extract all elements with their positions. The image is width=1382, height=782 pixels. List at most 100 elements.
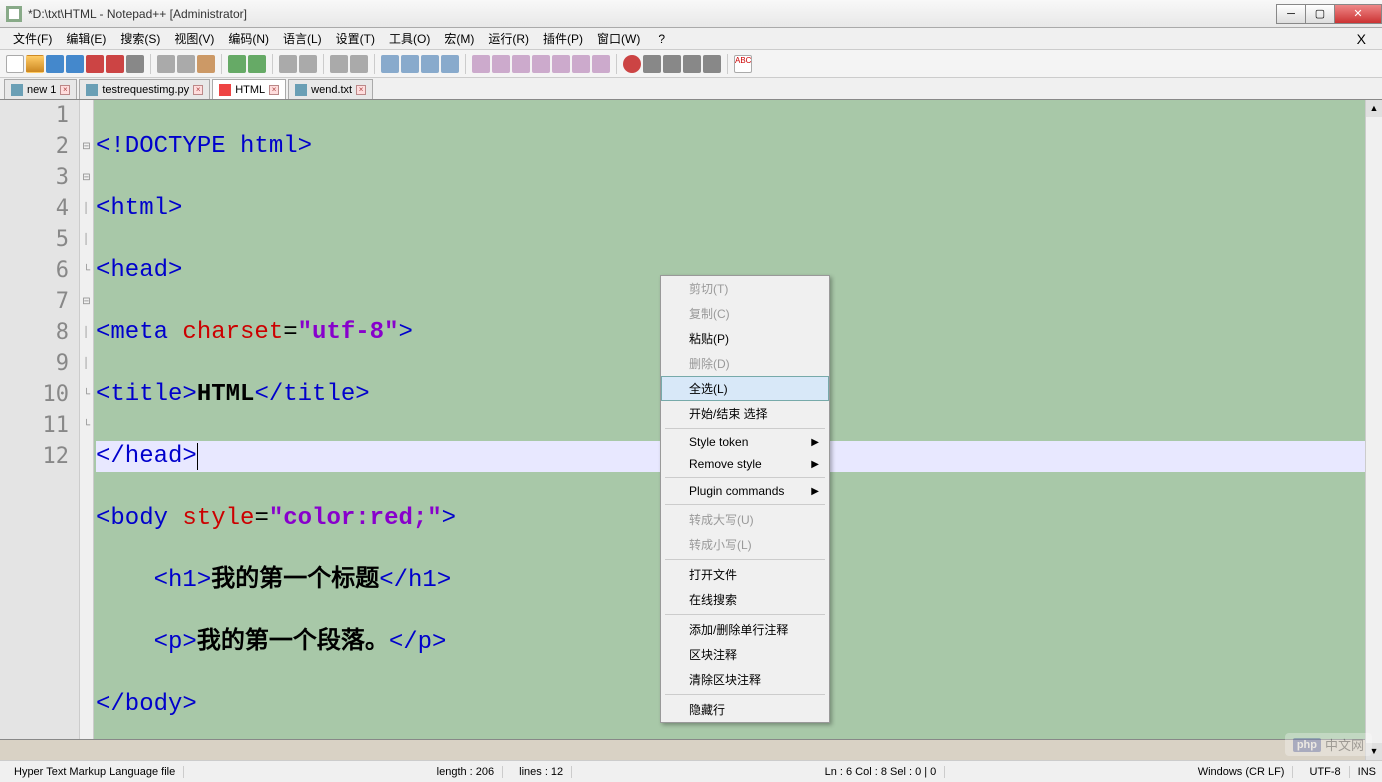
line-number: 4 [0, 193, 69, 224]
close-all-icon[interactable] [106, 55, 124, 73]
all-chars-icon[interactable] [441, 55, 459, 73]
doc-list-icon[interactable] [532, 55, 550, 73]
ctx-plugin-commands[interactable]: Plugin commands▶ [661, 480, 829, 502]
ctx-select-all[interactable]: 全选(L) [661, 376, 829, 401]
ctx-style-token[interactable]: Style token▶ [661, 431, 829, 453]
status-mode: INS [1358, 766, 1376, 778]
fold-gutter: ⊟ ⊟ │ │ └ ⊟ │ │ └ └ [80, 100, 94, 739]
fold-open-icon[interactable]: ⊟ [80, 131, 93, 162]
fold-open-icon[interactable]: ⊟ [80, 162, 93, 193]
ctx-paste[interactable]: 粘贴(P) [661, 326, 829, 351]
vertical-scrollbar[interactable]: ▲ ▼ [1365, 100, 1382, 760]
tab-close-icon[interactable]: × [60, 85, 70, 95]
func-list-icon[interactable] [552, 55, 570, 73]
ctx-separator [665, 694, 825, 695]
play-macro-icon[interactable] [663, 55, 681, 73]
save-all-icon[interactable] [66, 55, 84, 73]
menu-encoding[interactable]: 编码(N) [221, 28, 276, 49]
menu-search[interactable]: 搜索(S) [113, 28, 167, 49]
toolbar-separator [221, 54, 222, 74]
undo-icon[interactable] [228, 55, 246, 73]
ctx-separator [665, 477, 825, 478]
file-modified-icon [219, 84, 231, 96]
paste-icon[interactable] [197, 55, 215, 73]
submenu-arrow-icon: ▶ [811, 459, 819, 470]
user-lang-icon[interactable] [492, 55, 510, 73]
monitoring-icon[interactable] [592, 55, 610, 73]
tab-label: wend.txt [311, 84, 352, 96]
menu-edit[interactable]: 编辑(E) [59, 28, 113, 49]
tab-testrequestimg[interactable]: testrequestimg.py× [79, 79, 210, 99]
save-macro-icon[interactable] [703, 55, 721, 73]
ctx-remove-style[interactable]: Remove style▶ [661, 453, 829, 475]
menu-run[interactable]: 运行(R) [481, 28, 536, 49]
replace-icon[interactable] [299, 55, 317, 73]
find-icon[interactable] [279, 55, 297, 73]
menu-settings[interactable]: 设置(T) [329, 28, 382, 49]
minimize-button[interactable]: ─ [1276, 4, 1306, 24]
close-button[interactable]: ✕ [1334, 4, 1382, 24]
play-multi-icon[interactable] [683, 55, 701, 73]
menu-help[interactable]: ? [651, 30, 672, 48]
line-number: 12 [0, 441, 69, 472]
tab-wend[interactable]: wend.txt × [288, 79, 373, 99]
menu-file[interactable]: 文件(F) [6, 28, 59, 49]
status-file-type: Hyper Text Markup Language file [6, 766, 184, 778]
open-file-icon[interactable] [26, 55, 44, 73]
spellcheck-icon[interactable]: ABC [734, 55, 752, 73]
tab-close-icon[interactable]: × [269, 85, 279, 95]
tab-close-icon[interactable]: × [193, 85, 203, 95]
zoom-out-icon[interactable] [350, 55, 368, 73]
fold-end: └ [80, 379, 93, 410]
tab-close-icon[interactable]: × [356, 85, 366, 95]
redo-icon[interactable] [248, 55, 266, 73]
sync-h-icon[interactable] [401, 55, 419, 73]
file-icon [86, 84, 98, 96]
copy-icon[interactable] [177, 55, 195, 73]
file-icon [295, 84, 307, 96]
scroll-up-icon[interactable]: ▲ [1366, 100, 1382, 117]
doc-map-icon[interactable] [512, 55, 530, 73]
menu-plugins[interactable]: 插件(P) [536, 28, 590, 49]
indent-guide-icon[interactable] [472, 55, 490, 73]
maximize-button[interactable]: ▢ [1305, 4, 1335, 24]
fold-open-icon[interactable]: ⊟ [80, 286, 93, 317]
cut-icon[interactable] [157, 55, 175, 73]
line-number: 11 [0, 410, 69, 441]
ctx-search-online[interactable]: 在线搜索 [661, 587, 829, 612]
toolbar-separator [616, 54, 617, 74]
tab-new1[interactable]: new 1 × [4, 79, 77, 99]
document-close-button[interactable]: X [1347, 31, 1376, 47]
toolbar-separator [727, 54, 728, 74]
ctx-begin-end-select[interactable]: 开始/结束 选择 [661, 401, 829, 426]
menu-window[interactable]: 窗口(W) [590, 28, 647, 49]
save-icon[interactable] [46, 55, 64, 73]
record-macro-icon[interactable] [623, 55, 641, 73]
line-number: 2 [0, 131, 69, 162]
status-length: length : 206 [429, 766, 504, 778]
php-logo-icon: php [1293, 738, 1321, 752]
ctx-clear-block-comment[interactable]: 清除区块注释 [661, 667, 829, 692]
status-encoding: UTF-8 [1301, 766, 1349, 778]
menu-tools[interactable]: 工具(O) [382, 28, 437, 49]
sync-v-icon[interactable] [381, 55, 399, 73]
menu-view[interactable]: 视图(V) [167, 28, 221, 49]
folder-workspace-icon[interactable] [572, 55, 590, 73]
new-file-icon[interactable] [6, 55, 24, 73]
ctx-toggle-line-comment[interactable]: 添加/删除单行注释 [661, 617, 829, 642]
wrap-icon[interactable] [421, 55, 439, 73]
ctx-block-comment[interactable]: 区块注释 [661, 642, 829, 667]
menu-language[interactable]: 语言(L) [276, 28, 329, 49]
tab-label: new 1 [27, 84, 56, 96]
close-file-icon[interactable] [86, 55, 104, 73]
ctx-uppercase: 转成大写(U) [661, 507, 829, 532]
zoom-in-icon[interactable] [330, 55, 348, 73]
line-number: 1 [0, 100, 69, 131]
print-icon[interactable] [126, 55, 144, 73]
tab-html[interactable]: HTML× [212, 79, 286, 99]
menu-macro[interactable]: 宏(M) [437, 28, 481, 49]
stop-macro-icon[interactable] [643, 55, 661, 73]
line-number: 10 [0, 379, 69, 410]
ctx-open-file[interactable]: 打开文件 [661, 562, 829, 587]
ctx-hide-lines[interactable]: 隐藏行 [661, 697, 829, 722]
